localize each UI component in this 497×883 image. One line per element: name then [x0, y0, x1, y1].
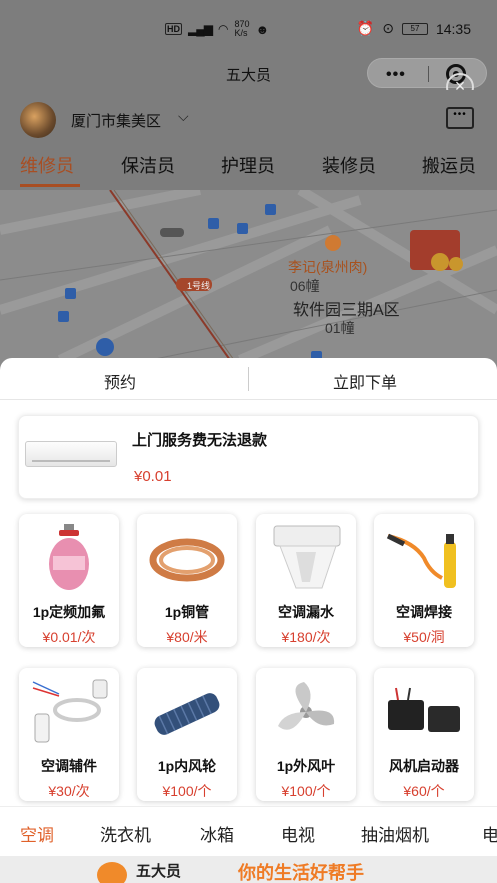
product-card[interactable]: 空调辅件 ¥30/次: [19, 668, 119, 801]
map-area-label: 软件园三期A区: [293, 302, 400, 319]
product-card[interactable]: 空调漏水 ¥180/次: [256, 514, 356, 647]
welding-torch-icon: [386, 533, 456, 588]
signal-icon: ▂▄▆: [188, 22, 213, 36]
product-name: 空调焊接: [396, 604, 452, 620]
order-type-tabs: 预约 立即下单: [0, 358, 497, 400]
clock: 14:35: [435, 20, 471, 37]
chevron-down-icon[interactable]: ⌵: [178, 108, 189, 125]
message-icon[interactable]: •••: [446, 107, 474, 129]
tab-cleaning[interactable]: 保洁员: [121, 152, 175, 178]
product-price: ¥0.01/次: [42, 629, 96, 645]
product-name: 1p铜管: [164, 604, 210, 620]
product-card[interactable]: 1p内风轮 ¥100/个: [137, 668, 237, 801]
category-washing-machine[interactable]: 洗衣机: [100, 821, 151, 846]
air-conditioner-icon: [25, 441, 117, 467]
tab-nursing[interactable]: 护理员: [221, 152, 275, 178]
ac-leak-icon: [273, 525, 341, 589]
product-name: 空调漏水: [278, 604, 334, 620]
status-bar: HD ▂▄▆ ◠ 870 K/s ☻ ⏰ ⊙ 57 14:35: [0, 0, 497, 58]
capacitor-icon: [388, 687, 460, 732]
order-sheet: 预约 立即下单 上门服务费无法退款 ¥0.01 1p定频加氟 ¥0.01/次 1…: [0, 358, 497, 883]
product-card[interactable]: 1p外风叶 ¥100/个: [256, 668, 356, 801]
capsule-divider: [428, 66, 429, 82]
more-menu-icon[interactable]: •••: [386, 66, 406, 84]
active-tab-indicator: [20, 184, 80, 187]
location-bar: 厦门市集美区 ⌵ •••: [0, 90, 497, 142]
product-name: 1p定频加氟: [32, 604, 106, 620]
tab-moving[interactable]: 搬运员: [422, 152, 476, 178]
product-price: ¥30/次: [48, 783, 90, 799]
location-icon: ⊙: [382, 20, 394, 36]
metro-line-label: 1号线: [187, 281, 211, 291]
location-selector[interactable]: 厦门市集美区: [71, 110, 161, 131]
ac-accessories-icon: [32, 679, 108, 743]
wifi-icon: ◠: [217, 22, 229, 36]
tab-reserve[interactable]: 预约: [104, 369, 136, 393]
featured-service-price: ¥0.01: [134, 468, 172, 485]
product-price: ¥100/个: [162, 783, 212, 799]
tab-decoration[interactable]: 装修员: [322, 152, 376, 178]
status-left: HD ▂▄▆ ◠ 870 K/s ☻: [165, 20, 269, 38]
map-poi-name: 李记(泉州肉): [288, 259, 368, 275]
brand-logo-text: 五大员: [136, 863, 182, 880]
featured-service-card[interactable]: 上门服务费无法退款 ¥0.01: [18, 415, 479, 499]
net-speed: 870 K/s: [234, 20, 249, 38]
category-more[interactable]: 电: [482, 821, 497, 846]
product-price: ¥180/次: [281, 629, 331, 645]
category-range-hood[interactable]: 抽油烟机: [361, 821, 429, 846]
category-refrigerator[interactable]: 冰箱: [200, 821, 234, 846]
product-name: 1p内风轮: [157, 758, 217, 774]
tab-order-now[interactable]: 立即下单: [333, 369, 397, 393]
map-building-label: 01幢: [325, 320, 355, 336]
product-name: 空调辅件: [41, 758, 97, 774]
featured-service-name: 上门服务费无法退款: [132, 432, 268, 449]
avatar[interactable]: [20, 102, 56, 138]
product-card[interactable]: 1p定频加氟 ¥0.01/次: [19, 514, 119, 647]
map-view[interactable]: 1号线 李记(泉州肉) 06幢 软件园三期A区 01幢: [0, 190, 497, 360]
copper-pipe-icon: [149, 538, 225, 582]
alarm-icon: ⏰: [356, 20, 375, 36]
product-price: ¥80/米: [166, 629, 208, 645]
fan-blade-icon: [278, 682, 335, 730]
service-category-tabs: 空调 洗衣机 冰箱 电视 抽油烟机 电: [0, 806, 497, 856]
product-name: 风机启动器: [389, 758, 459, 774]
worker-tabs: 维修员 保洁员 护理员 装修员 搬运员: [0, 142, 497, 190]
brand-logo-icon: [97, 862, 127, 883]
product-price: ¥50/洞: [403, 629, 445, 645]
product-price: ¥100/个: [281, 783, 331, 799]
product-name: 1p外风叶: [276, 758, 336, 774]
brand-banner: 五大员 你的生活好帮手: [0, 856, 497, 883]
map-roads: [0, 190, 497, 360]
status-right: ⏰ ⊙ 57 14:35: [357, 20, 471, 37]
category-air-conditioner[interactable]: 空调: [20, 821, 54, 846]
order-tab-divider: [248, 367, 249, 391]
brand-slogan: 你的生活好帮手: [238, 863, 364, 883]
refrigerant-tank-icon: [49, 524, 89, 590]
title-bar: 五大员 •••: [0, 58, 497, 90]
map-building-label: 06幢: [290, 278, 320, 294]
category-tv[interactable]: 电视: [281, 821, 315, 846]
product-price: ¥60/个: [403, 783, 445, 799]
battery-icon: 57: [401, 22, 428, 35]
net-speed-unit: K/s: [234, 28, 248, 38]
red-envelope-icon[interactable]: [412, 230, 462, 270]
tab-repair[interactable]: 维修员: [20, 152, 74, 178]
product-card[interactable]: 1p铜管 ¥80/米: [137, 514, 237, 647]
blower-wheel-icon: [154, 693, 220, 735]
product-card[interactable]: 风机启动器 ¥60/个: [374, 668, 474, 801]
hd-icon: HD: [165, 23, 182, 35]
product-card[interactable]: 空调焊接 ¥50/洞: [374, 514, 474, 647]
qq-icon: ☻: [255, 21, 270, 37]
